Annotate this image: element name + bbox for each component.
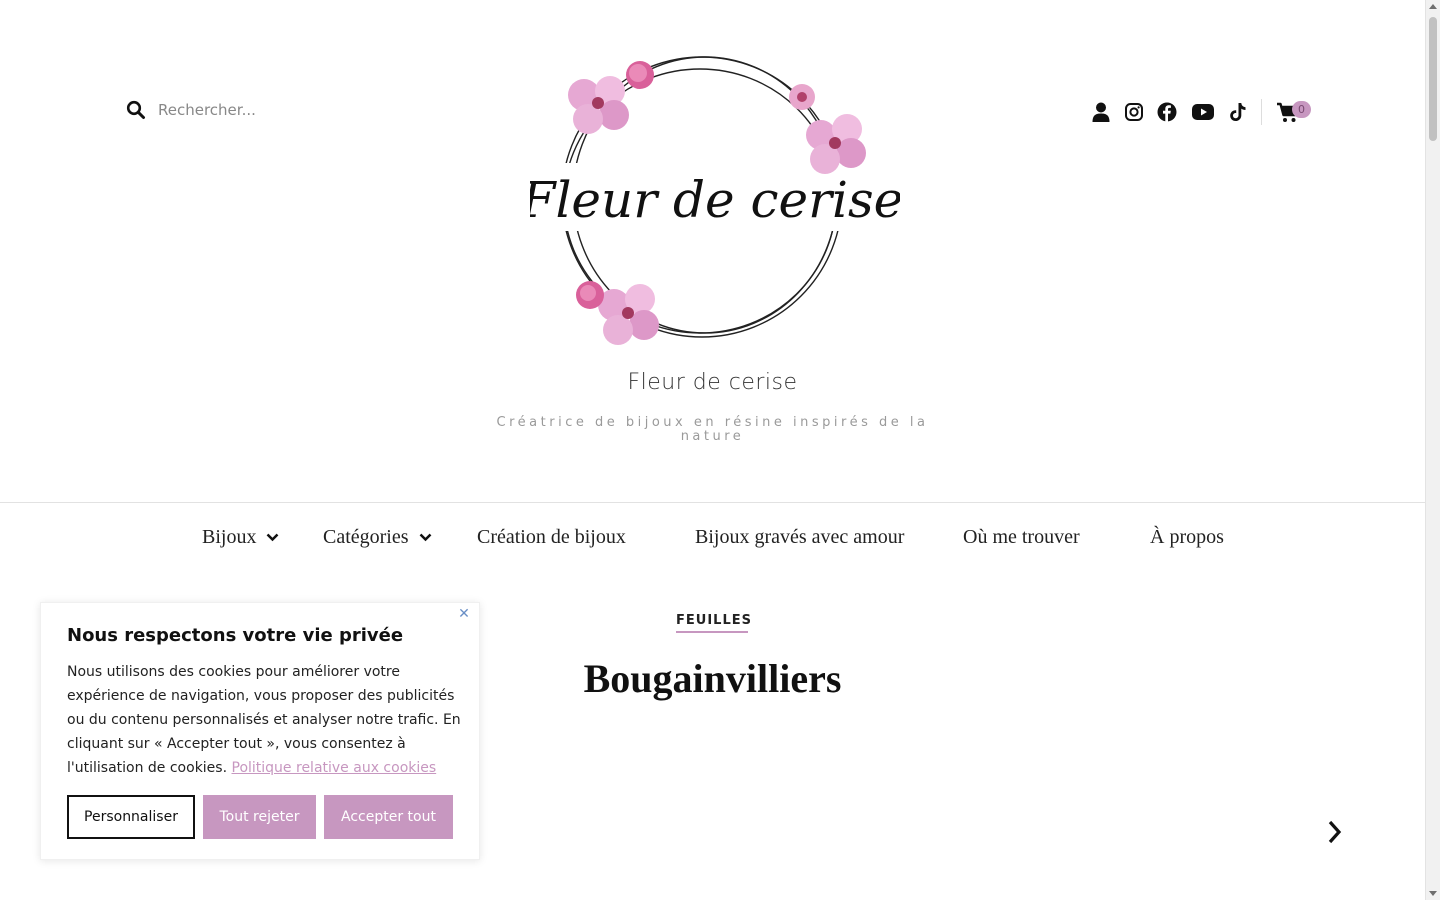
page-scrollbar[interactable] (1425, 0, 1440, 900)
search-icon[interactable] (126, 100, 146, 120)
cookie-policy-link[interactable]: Politique relative aux cookies (232, 760, 437, 776)
category-underline (676, 631, 748, 633)
nav-item-bijoux[interactable]: Bijoux (202, 526, 279, 549)
accept-all-button[interactable]: Accepter tout (324, 795, 453, 839)
site-tagline: Créatrice de bijoux en résine inspirés d… (496, 415, 929, 444)
header-divider (1261, 99, 1262, 125)
tiktok-link (1226, 100, 1250, 124)
instagram-icon[interactable] (1122, 100, 1146, 124)
category-link[interactable]: FEUILLES (676, 613, 752, 628)
scroll-up-arrow-icon[interactable] (1429, 4, 1437, 9)
nav-item-label: Catégories (323, 526, 409, 548)
nav-item-creation-de-bijoux[interactable]: Création de bijoux (477, 526, 626, 549)
nav-item-ou-me-trouver[interactable]: Où me trouver (963, 526, 1080, 549)
youtube-link (1191, 100, 1215, 124)
svg-text:Fleur de cerise: Fleur de cerise (530, 171, 900, 229)
close-icon[interactable]: ✕ (457, 607, 471, 621)
user-icon[interactable] (1089, 100, 1113, 124)
customize-button[interactable]: Personnaliser (67, 795, 195, 839)
header-search (126, 100, 338, 120)
cart-count-badge[interactable]: 0 (1292, 101, 1311, 118)
nav-item-label: À propos (1150, 526, 1224, 548)
site-logo[interactable]: Fleur de cerise (530, 45, 900, 365)
cookie-consent-banner: ✕ Nous respectons votre vie privée Nous … (40, 602, 480, 860)
nav-item-label: Bijoux (202, 526, 257, 548)
search-input[interactable] (158, 101, 338, 119)
chevron-down-icon[interactable] (419, 533, 432, 542)
youtube-icon[interactable] (1191, 100, 1215, 124)
cookie-text: Nous utilisons des cookies pour améliore… (67, 660, 467, 780)
chevron-right-icon[interactable] (1325, 818, 1345, 846)
nav-divider (0, 502, 1425, 503)
facebook-icon[interactable] (1155, 100, 1179, 124)
nav-item-label: Création de bijoux (477, 526, 626, 548)
nav-item-a-propos[interactable]: À propos (1150, 526, 1224, 549)
instagram-link (1122, 100, 1146, 124)
tiktok-icon[interactable] (1226, 100, 1250, 124)
nav-item-bijoux-graves[interactable]: Bijoux gravés avec amour (695, 526, 904, 549)
facebook-link (1155, 100, 1179, 124)
site-title[interactable]: Fleur de cerise (0, 370, 1425, 395)
nav-item-categories[interactable]: Catégories (323, 526, 432, 549)
reject-all-button[interactable]: Tout rejeter (203, 795, 316, 839)
header-icons (1089, 100, 1113, 124)
scroll-down-arrow-icon[interactable] (1429, 891, 1437, 896)
scrollbar-thumb[interactable] (1429, 17, 1437, 141)
nav-item-label: Bijoux gravés avec amour (695, 526, 905, 548)
nav-item-label: Où me trouver (963, 526, 1080, 548)
chevron-down-icon[interactable] (266, 533, 279, 542)
cookie-title: Nous respectons votre vie privée (67, 625, 404, 646)
